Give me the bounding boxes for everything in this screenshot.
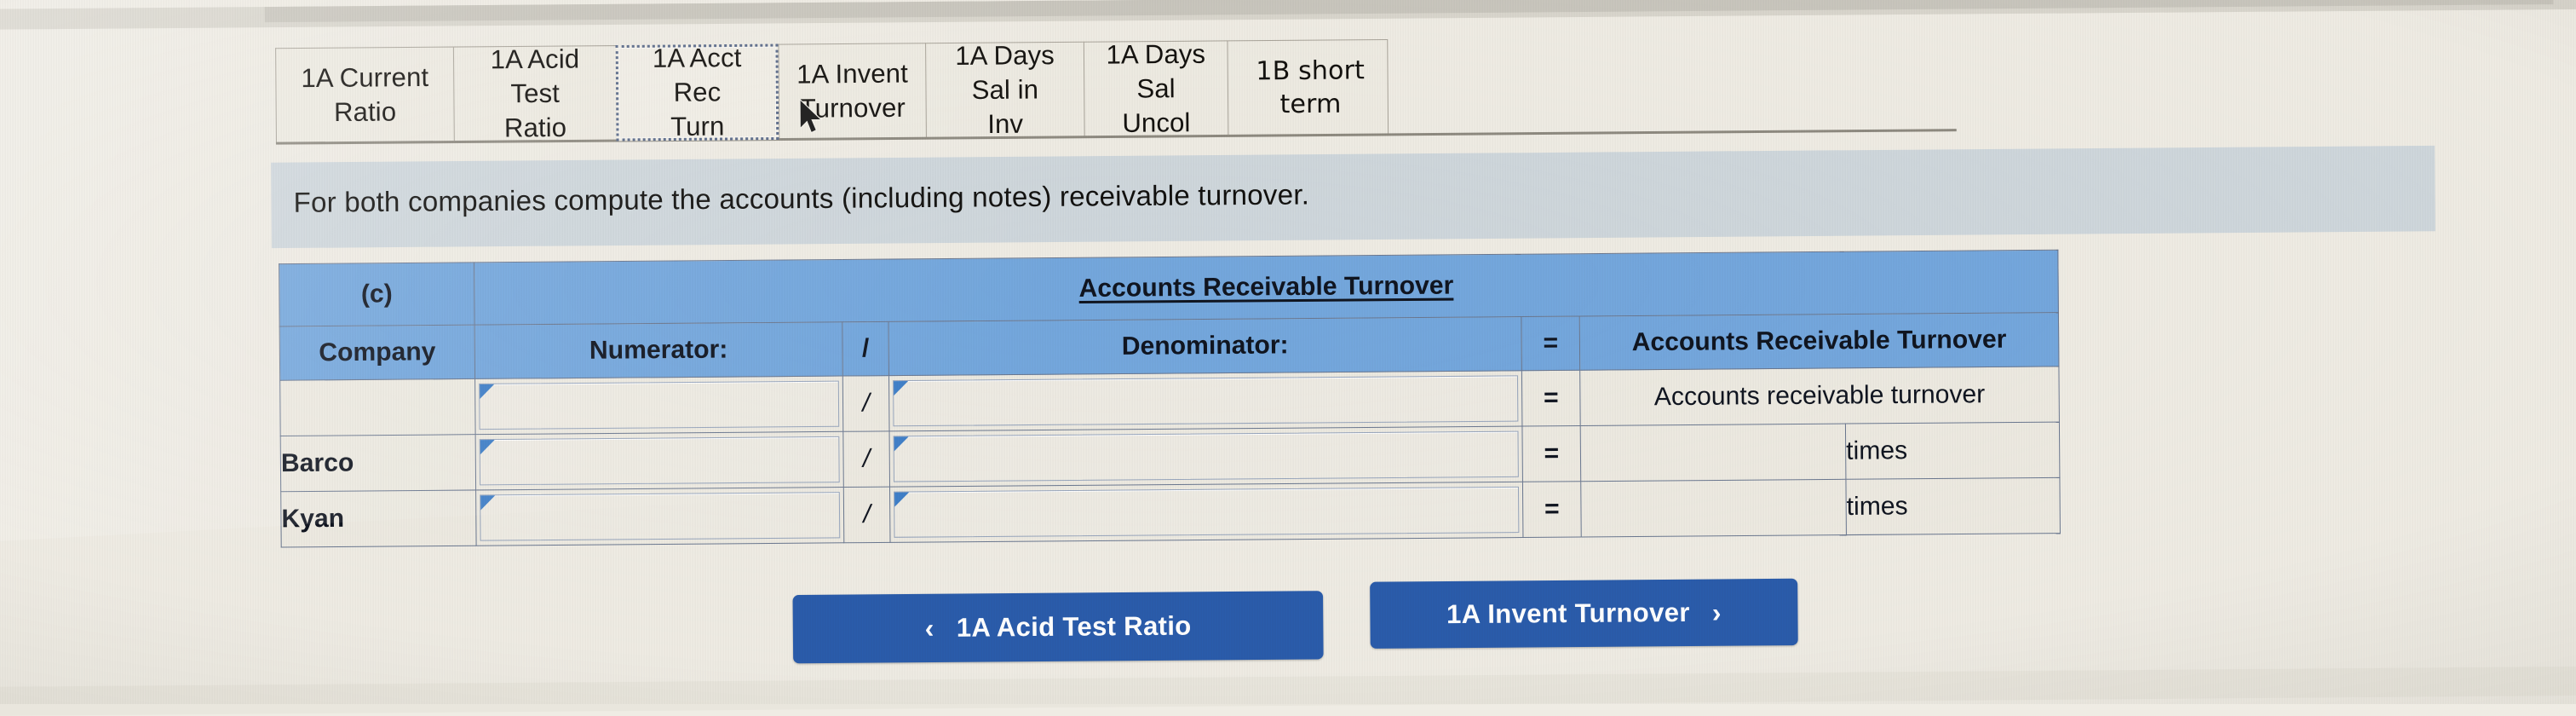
row-result-label: Accounts receivable turnover [1579,366,2060,426]
tab-label-line2: Ratio [333,96,397,128]
denominator-input[interactable] [893,375,1519,427]
dropdown-caret-icon[interactable] [894,380,909,396]
row-company-label: Barco [280,434,476,492]
row-unit-label: times [1845,477,2061,535]
row-unit-label: times [1845,422,2060,480]
tab-1a-days-sal-uncol[interactable]: 1A Days Sal Uncol [1083,38,1228,138]
numerator-input[interactable] [480,492,841,541]
tab-1a-acct-rec-turn[interactable]: 1A Acct Rec Turn [615,42,779,141]
row-result-cell[interactable] [1580,424,1846,482]
row-denominator-cell [889,482,1523,543]
result-input[interactable] [1584,484,1843,532]
tab-label-line1: 1A Acid Test [490,43,580,109]
tab-1a-acid-test-ratio[interactable]: 1A Acid Test Ratio [452,43,617,143]
header-equals: = [1521,315,1580,371]
dropdown-caret-icon[interactable] [480,495,496,511]
row-company-label: Kyan [280,489,477,547]
result-input[interactable] [1584,429,1843,476]
tab-label-line1: 1A Invent [796,58,909,90]
previous-tab-label: 1A Acid Test Ratio [956,610,1192,643]
dropdown-caret-icon[interactable] [480,384,495,399]
tab-1a-days-sal-in-inv[interactable]: 1A Days Sal in Inv [925,40,1084,139]
tab-label-line1: 1B short term [1256,55,1366,120]
next-tab-button[interactable]: 1A Invent Turnover › [1370,578,1798,649]
numerator-input[interactable] [479,380,840,430]
row-numerator-cell [475,431,844,490]
tab-label-line2: Turn [670,111,725,142]
header-result: Accounts Receivable Turnover [1579,312,2059,371]
denominator-input[interactable] [893,430,1519,482]
tab-label-line1: 1A Current [301,61,429,93]
chevron-left-icon: ‹ [924,612,934,644]
row-equals: = [1522,481,1582,538]
previous-tab-button[interactable]: ‹ 1A Acid Test Ratio [792,591,1324,664]
mouse-cursor-icon [799,98,823,134]
row-numerator-cell [475,487,844,546]
header-numerator: Numerator: [474,321,843,379]
part-label-cell: (c) [279,262,475,326]
row-slash: / [842,375,889,432]
header-slash: / [842,321,889,377]
header-denominator: Denominator: [888,316,1522,376]
row-equals: = [1521,425,1581,482]
row-slash: / [842,430,890,488]
row-equals: = [1521,370,1581,427]
chevron-right-icon: › [1711,597,1722,628]
row-denominator-cell [888,426,1523,488]
accounts-receivable-turnover-table: (c) Accounts Receivable Turnover Company… [279,249,2061,548]
row-company-label [279,378,476,436]
screen-content: 1A Current Ratio 1A Acid Test Ratio 1A A… [0,0,2576,716]
table-title-text: Accounts Receivable Turnover [1078,271,1454,303]
numerator-input[interactable] [479,436,840,486]
row-slash: / [843,487,891,543]
tab-1a-current-ratio[interactable]: 1A Current Ratio [275,46,454,144]
dropdown-caret-icon[interactable] [480,440,495,455]
tab-1b-short-term[interactable]: 1B short term [1227,38,1389,136]
header-company: Company [279,325,475,381]
denominator-input[interactable] [894,486,1520,538]
tab-label-line1: 1A Acct Rec [652,42,742,107]
next-tab-label: 1A Invent Turnover [1446,597,1690,630]
tab-label-line1: 1A Days Sal in [955,39,1055,105]
row-denominator-cell [888,370,1522,431]
dropdown-caret-icon[interactable] [894,436,909,452]
row-result-cell[interactable] [1580,479,1847,538]
dropdown-caret-icon[interactable] [894,492,910,507]
row-numerator-cell [474,376,843,435]
bottom-bezel-band [0,666,2576,716]
tab-label-line1: 1A Days Sal [1106,38,1206,104]
tab-strip: 1A Current Ratio 1A Acid Test Ratio 1A A… [275,38,1389,144]
